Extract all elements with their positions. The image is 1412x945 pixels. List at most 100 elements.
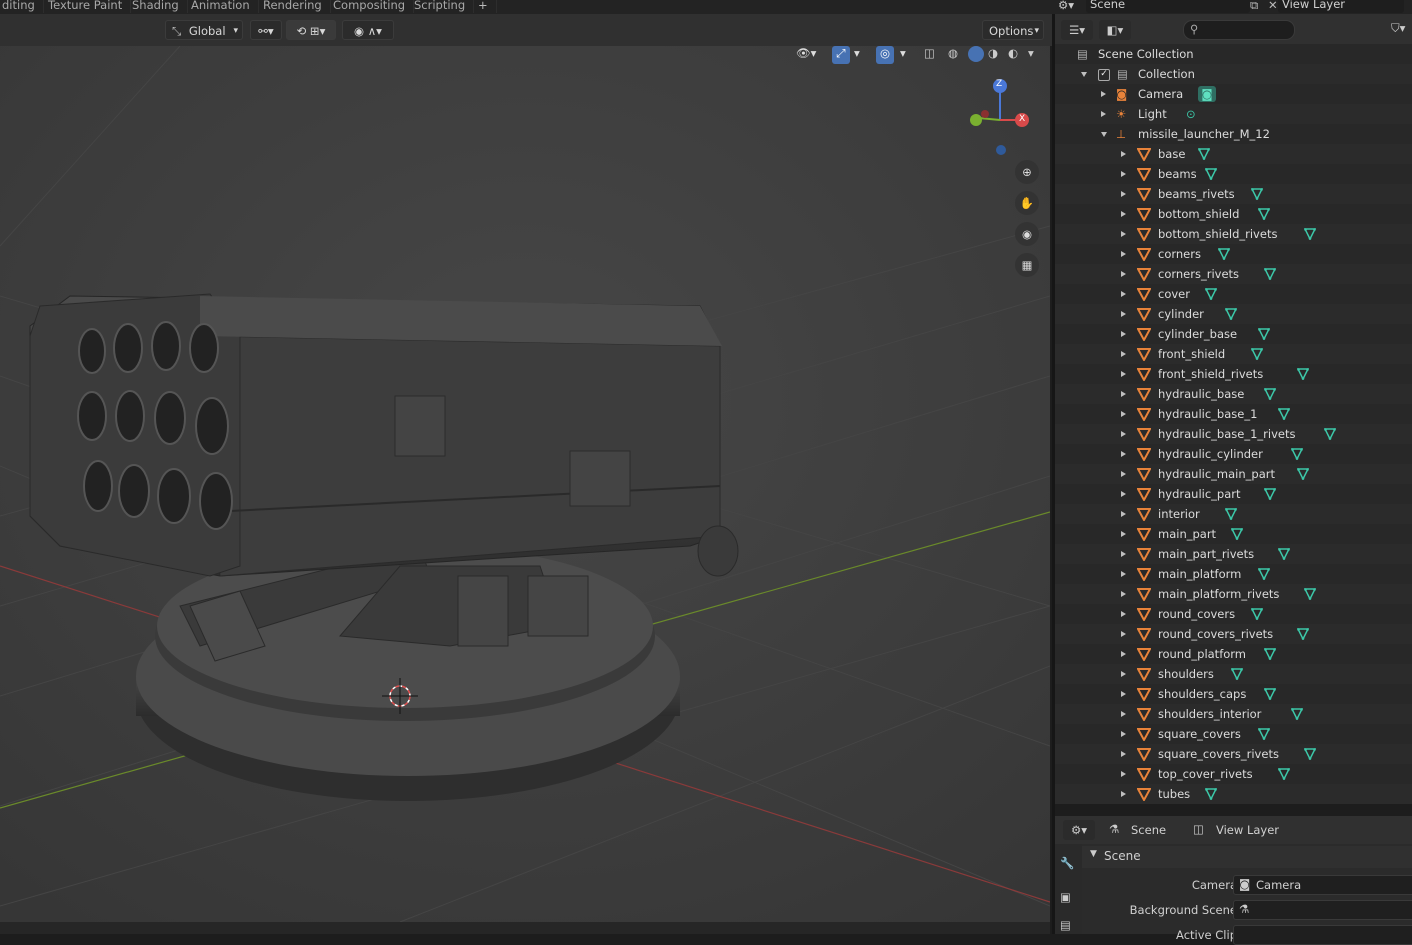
breadcrumb-view-layer[interactable]: View Layer	[1216, 823, 1279, 837]
tree-row-mesh[interactable]: shoulders_interior	[1055, 704, 1412, 724]
mesh-data-icon[interactable]	[1257, 328, 1270, 340]
material-shading-icon[interactable]: ◑	[988, 46, 998, 60]
tree-row-mesh[interactable]: tubes	[1055, 784, 1412, 804]
tree-row-mesh[interactable]: beams	[1055, 164, 1412, 184]
tree-row-mesh[interactable]: main_platform_rivets	[1055, 584, 1412, 604]
scene-icon[interactable]: ⚙▾	[1058, 0, 1074, 12]
tree-row-mesh[interactable]: main_platform	[1055, 564, 1412, 584]
tree-row-mesh[interactable]: base	[1055, 144, 1412, 164]
expand-arrow-icon[interactable]	[1121, 711, 1126, 717]
mesh-data-icon[interactable]	[1297, 368, 1310, 380]
tree-row-mesh[interactable]: main_part	[1055, 524, 1412, 544]
tree-row-mesh[interactable]: square_covers	[1055, 724, 1412, 744]
tab-texture-paint[interactable]: Texture Paint	[40, 0, 132, 13]
mesh-data-icon[interactable]	[1277, 768, 1290, 780]
tree-row-mesh[interactable]: cylinder	[1055, 304, 1412, 324]
mesh-data-icon[interactable]	[1304, 228, 1316, 240]
close-icon[interactable]: ✕	[1268, 0, 1278, 12]
chevron-down-icon[interactable]: ▾	[900, 46, 906, 60]
mesh-data-icon[interactable]	[1231, 668, 1244, 680]
expand-arrow-icon[interactable]	[1121, 411, 1126, 417]
zoom-icon[interactable]: ⊕	[1015, 160, 1039, 184]
area-divider[interactable]	[1055, 804, 1412, 816]
camera-field[interactable]: ◙ Camera	[1233, 875, 1412, 895]
expand-arrow-icon[interactable]	[1121, 731, 1126, 737]
expand-arrow-icon[interactable]	[1121, 691, 1126, 697]
mesh-data-icon[interactable]	[1264, 388, 1277, 400]
camera-view-icon[interactable]: ◉	[1015, 222, 1039, 246]
wireframe-shading-icon[interactable]: ◍	[948, 46, 958, 60]
mesh-data-icon[interactable]	[1205, 168, 1217, 180]
expand-arrow-icon[interactable]	[1121, 351, 1126, 357]
expand-arrow-icon[interactable]	[1121, 551, 1126, 557]
mesh-data-icon[interactable]	[1264, 488, 1277, 500]
expand-arrow-icon[interactable]	[1121, 631, 1126, 637]
checkbox-icon[interactable]: ✓	[1098, 69, 1110, 81]
expand-arrow-icon[interactable]	[1121, 491, 1126, 497]
mesh-data-icon[interactable]	[1264, 688, 1277, 700]
options-dropdown[interactable]: Options ▾	[982, 20, 1044, 40]
expand-arrow-icon[interactable]	[1121, 531, 1126, 537]
add-workspace-button[interactable]: +	[470, 0, 497, 13]
expand-arrow-icon[interactable]	[1121, 331, 1126, 337]
expand-arrow-icon[interactable]	[1121, 451, 1126, 457]
render-tab-icon[interactable]: ▣	[1060, 890, 1071, 904]
expand-arrow-icon[interactable]	[1121, 571, 1126, 577]
mesh-data-icon[interactable]	[1218, 248, 1231, 260]
scene-name-field[interactable]: Scene	[1086, 0, 1250, 13]
mesh-data-icon[interactable]	[1231, 528, 1244, 540]
mesh-data-icon[interactable]	[1257, 728, 1270, 740]
expand-arrow-icon[interactable]	[1121, 771, 1126, 777]
tree-row-mesh[interactable]: front_shield	[1055, 344, 1412, 364]
navigation-gizmo[interactable]: Z X	[965, 76, 1035, 156]
rendered-shading-icon[interactable]: ◐	[1008, 46, 1018, 60]
tree-row-camera[interactable]: ◙ Camera ◙	[1055, 84, 1412, 104]
tree-row-mesh[interactable]: hydraulic_main_part	[1055, 464, 1412, 484]
mesh-data-icon[interactable]	[1257, 568, 1270, 580]
filter-icon[interactable]: ⛉▾	[1391, 21, 1405, 36]
tree-row-light[interactable]: ☀ Light ⊙	[1055, 104, 1412, 124]
tree-row-mesh[interactable]: corners_rivets	[1055, 264, 1412, 284]
panel-header-scene[interactable]: ▼ Scene	[1082, 846, 1412, 868]
mesh-data-icon[interactable]	[1251, 348, 1264, 360]
tree-row-mesh[interactable]: cylinder_base	[1055, 324, 1412, 344]
editor-type-dropdown[interactable]: ☰▾	[1061, 20, 1093, 40]
display-mode-dropdown[interactable]: ◧▾	[1099, 20, 1131, 40]
mesh-data-icon[interactable]	[1224, 508, 1237, 520]
mesh-data-icon[interactable]	[1323, 428, 1336, 440]
tree-row-mesh[interactable]: hydraulic_part	[1055, 484, 1412, 504]
tree-row-mesh[interactable]: round_covers	[1055, 604, 1412, 624]
expand-arrow-icon[interactable]	[1121, 471, 1126, 477]
expand-arrow-icon[interactable]	[1121, 751, 1126, 757]
expand-arrow-icon[interactable]	[1121, 371, 1126, 377]
gizmo-toggle-icon[interactable]: ⤢	[832, 46, 850, 64]
light-data-icon[interactable]: ⊙	[1186, 104, 1196, 124]
expand-arrow-icon[interactable]	[1101, 132, 1107, 137]
xray-toggle-icon[interactable]: ◫	[924, 46, 935, 60]
expand-arrow-icon[interactable]	[1121, 791, 1126, 797]
tree-row-collection[interactable]: ✓ ▤ Collection	[1055, 64, 1412, 84]
tree-row-mesh[interactable]: round_covers_rivets	[1055, 624, 1412, 644]
background-scene-field[interactable]: ⚗	[1233, 900, 1412, 920]
tree-row-mesh[interactable]: hydraulic_cylinder	[1055, 444, 1412, 464]
expand-arrow-icon[interactable]	[1121, 591, 1126, 597]
mesh-data-icon[interactable]	[1257, 208, 1270, 220]
tree-row-mesh[interactable]: main_part_rivets	[1055, 544, 1412, 564]
mesh-data-icon[interactable]	[1290, 448, 1303, 460]
mesh-data-icon[interactable]	[1297, 628, 1310, 640]
transform-orientation-dropdown[interactable]: ⤡ Global ▾	[165, 20, 243, 40]
output-tab-icon[interactable]: ▤	[1060, 918, 1071, 932]
mesh-data-icon[interactable]	[1277, 548, 1290, 560]
tree-row-scene-collection[interactable]: ▤ Scene Collection	[1055, 44, 1412, 64]
mesh-data-icon[interactable]	[1277, 408, 1290, 420]
expand-arrow-icon[interactable]	[1121, 171, 1126, 177]
mesh-data-icon[interactable]	[1205, 788, 1217, 800]
expand-arrow-icon[interactable]	[1121, 211, 1126, 217]
tree-row-mesh[interactable]: cover	[1055, 284, 1412, 304]
expand-arrow-icon[interactable]	[1121, 251, 1126, 257]
tree-row-armature[interactable]: ⊥ missile_launcher_M_12	[1055, 124, 1412, 144]
new-scene-icon[interactable]: ⧉	[1250, 0, 1258, 13]
expand-arrow-icon[interactable]	[1121, 151, 1126, 157]
tab-shading[interactable]: Shading	[124, 0, 188, 13]
mesh-data-icon[interactable]	[1251, 188, 1264, 200]
